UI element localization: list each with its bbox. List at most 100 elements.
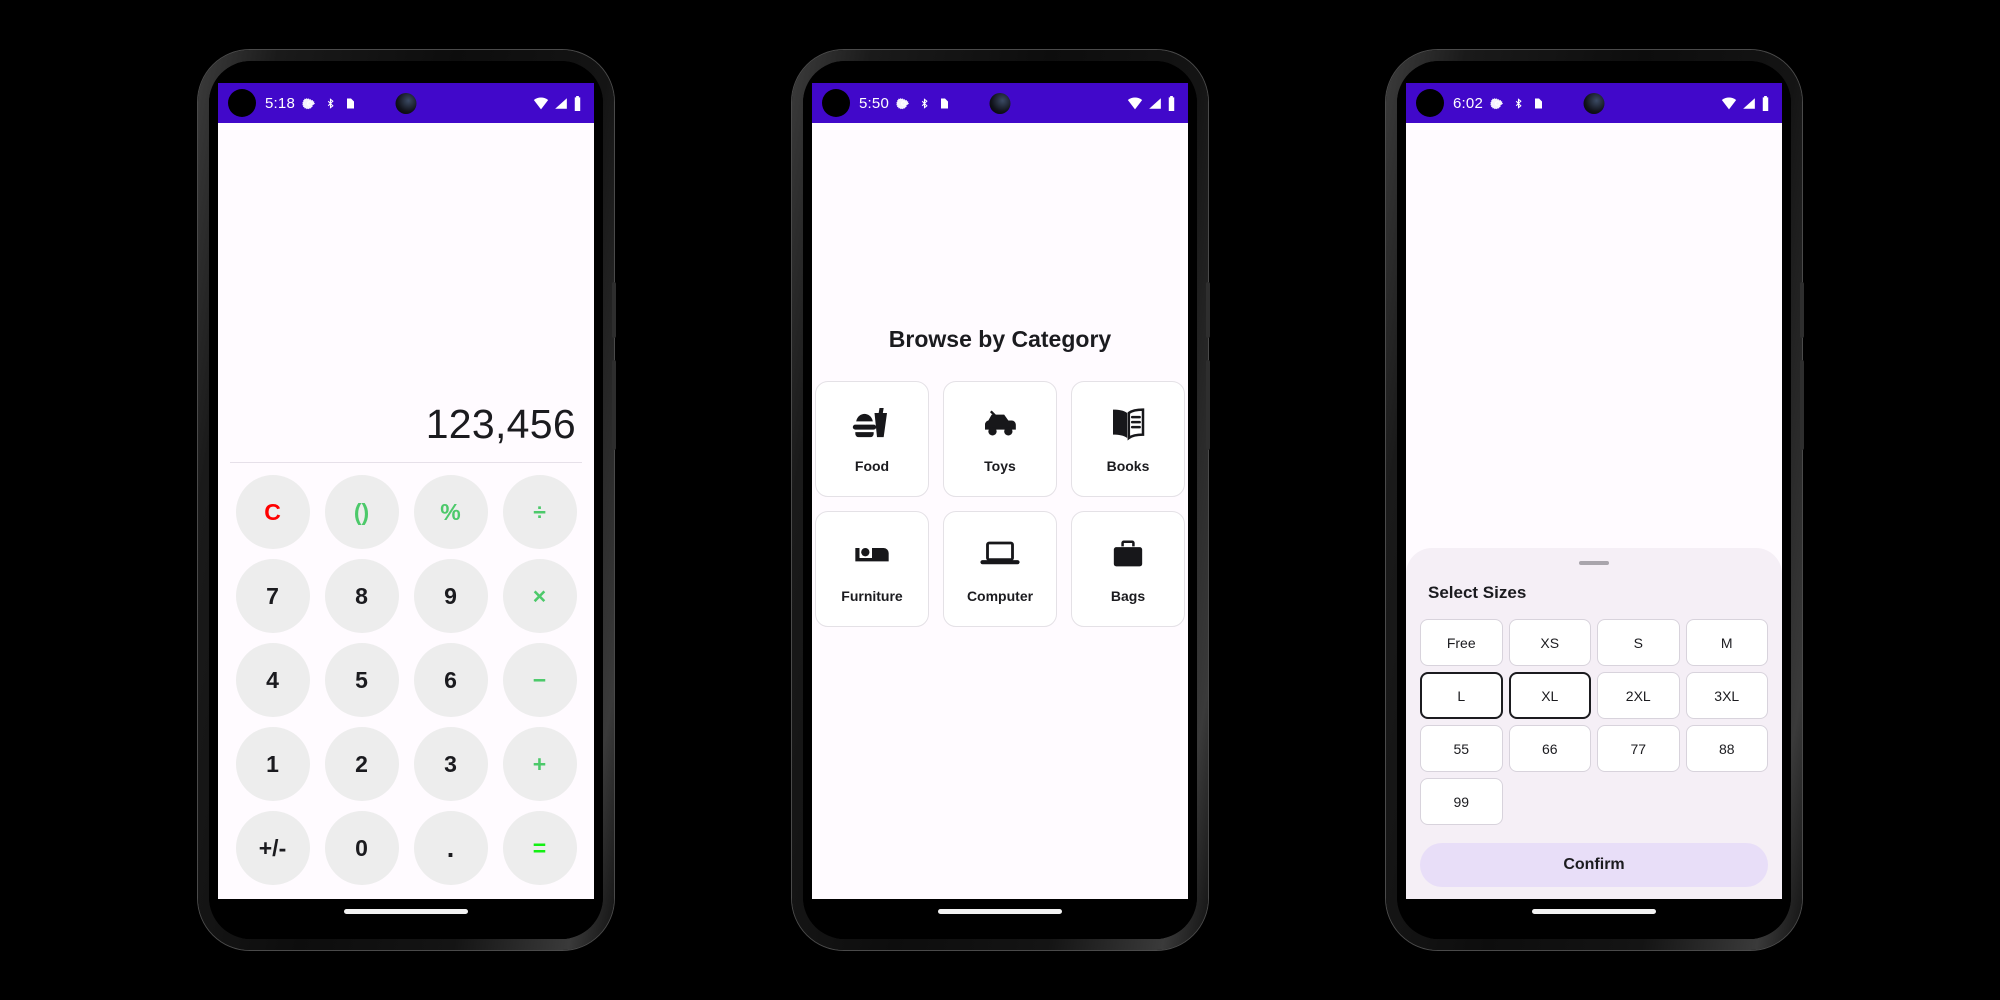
digit-7-key[interactable]: 7 — [235, 559, 310, 633]
volume-button[interactable] — [612, 360, 616, 450]
sign-toggle-key[interactable]: +/- — [235, 811, 310, 885]
size-chip-55[interactable]: 55 — [1420, 725, 1503, 772]
category-label: Toys — [984, 458, 1016, 474]
status-left-icons — [1490, 96, 1544, 111]
status-left-dot-icon — [822, 89, 850, 117]
status-bar-calculator: 5:18 — [218, 83, 594, 123]
camera-punch-hole — [1583, 92, 1605, 114]
volume-button[interactable] — [1206, 360, 1210, 450]
size-chip-66[interactable]: 66 — [1508, 725, 1591, 772]
phone-screen-bezel: 5:18 123,456 C () % ÷ 7 8 9 × 4 5 6 − 1 … — [209, 61, 603, 939]
clear-key[interactable]: C — [235, 475, 310, 549]
category-card-bags[interactable]: Bags — [1071, 510, 1185, 627]
category-card-toys[interactable]: Toys — [943, 380, 1057, 497]
parentheses-key[interactable]: () — [324, 475, 399, 549]
status-left-icons — [896, 96, 950, 111]
calculator-body: 123,456 C()% ÷ 7 8 9 × 4 5 6− 1 2 3 + +/- 0. = — [218, 123, 594, 899]
bluetooth-icon — [327, 97, 334, 109]
digit-8-key[interactable]: 8 — [324, 559, 399, 633]
volume-button[interactable] — [1800, 360, 1804, 450]
briefcase-icon — [1108, 533, 1148, 578]
toy-car-icon — [980, 403, 1020, 448]
battery-icon — [1168, 95, 1175, 111]
bluetooth-icon — [1515, 97, 1522, 109]
size-chip-s[interactable]: S — [1597, 619, 1680, 666]
sheet-handle-wrap[interactable] — [1420, 548, 1768, 583]
phone-device-calculator: 5:18 123,456 C () % ÷ 7 8 9 × 4 5 6 − 1 … — [198, 50, 616, 950]
size-chip-77[interactable]: 77 — [1597, 725, 1680, 772]
camera-punch-hole — [395, 92, 417, 114]
status-right-icons — [1721, 95, 1770, 111]
digit-4-key[interactable]: 4 — [235, 643, 310, 717]
digit-5-key[interactable]: 5 — [324, 643, 399, 717]
multiply-key[interactable]: × — [502, 559, 577, 633]
category-card-books[interactable]: Books — [1071, 380, 1185, 497]
size-bottom-sheet: Select Sizes Free XS S M L XL 2XL 3XL 55 66 77 88 99… — [1406, 548, 1782, 899]
category-screen: 5:50 Browse by Category Food Toys Books … — [812, 83, 1188, 899]
cell-signal-icon — [555, 97, 567, 109]
bluetooth-icon — [921, 97, 928, 109]
power-button[interactable] — [1206, 282, 1210, 338]
home-indicator[interactable] — [1532, 909, 1656, 914]
size-chip-88[interactable]: 88 — [1685, 725, 1768, 772]
category-body: Browse by Category Food Toys Books Furnitur… — [812, 123, 1188, 899]
page-title: Browse by Category — [888, 325, 1112, 352]
calculator-keypad: C()% ÷ 7 8 9 × 4 5 6− 1 2 3 + +/- 0. = — [218, 475, 594, 893]
status-bar-category: 5:50 — [812, 83, 1188, 123]
sheet-title: Select Sizes — [1428, 583, 1527, 602]
digit-3-key[interactable]: 3 — [413, 727, 488, 801]
category-card-furniture[interactable]: Furniture — [815, 510, 929, 627]
status-time: 6:02 — [1453, 94, 1483, 112]
digit-1-key[interactable]: 1 — [235, 727, 310, 801]
system-navigation-bar-2 — [812, 899, 1188, 939]
battery-icon — [1762, 95, 1769, 111]
calculator-divider — [230, 462, 582, 463]
sd-card-icon — [1535, 98, 1542, 108]
wifi-icon — [533, 97, 549, 109]
laptop-icon — [980, 533, 1020, 578]
status-time: 5:18 — [265, 94, 295, 112]
phone-screen-bezel: 6:02 Select Sizes Free XS S M L XL 2XL 3… — [1397, 61, 1791, 939]
decimal-point-key[interactable]: . — [413, 811, 488, 885]
phone-device-sizes: 6:02 Select Sizes Free XS S M L XL 2XL 3… — [1386, 50, 1804, 950]
size-chip-2xl[interactable]: 2XL — [1597, 672, 1680, 719]
digit-2-key[interactable]: 2 — [324, 727, 399, 801]
sheet-host: Select Sizes Free XS S M L XL 2XL 3XL 55 66 77 88 99… — [1406, 123, 1782, 899]
sd-card-icon — [347, 98, 354, 108]
percent-key[interactable]: % — [413, 475, 488, 549]
camera-punch-hole — [989, 92, 1011, 114]
calculator-display: 123,456 — [425, 401, 576, 447]
status-right-icons — [533, 95, 582, 111]
bed-icon — [852, 533, 892, 578]
home-indicator[interactable] — [938, 909, 1062, 914]
size-chip-99[interactable]: 99 — [1420, 778, 1503, 825]
equals-key[interactable]: = — [502, 811, 577, 885]
drag-handle[interactable] — [1579, 561, 1609, 565]
system-navigation-bar-3 — [1406, 899, 1782, 939]
size-chip-l[interactable]: L — [1420, 672, 1503, 719]
plus-key[interactable]: + — [502, 727, 577, 801]
size-chip-3xl[interactable]: 3XL — [1685, 672, 1768, 719]
cell-signal-icon — [1149, 97, 1161, 109]
size-chip-m[interactable]: M — [1685, 619, 1768, 666]
power-button[interactable] — [612, 282, 616, 338]
home-indicator[interactable] — [344, 909, 468, 914]
size-chip-xl[interactable]: XL — [1508, 672, 1591, 719]
divide-key[interactable]: ÷ — [502, 475, 577, 549]
open-book-icon — [1108, 403, 1148, 448]
phone-device-category: 5:50 Browse by Category Food Toys Books … — [792, 50, 1210, 950]
digit-0-key[interactable]: 0 — [324, 811, 399, 885]
minus-key[interactable]: − — [502, 643, 577, 717]
power-button[interactable] — [1800, 282, 1804, 338]
category-label: Bags — [1110, 588, 1146, 604]
digit-9-key[interactable]: 9 — [413, 559, 488, 633]
phone-mockup-stage: 5:18 123,456 C () % ÷ 7 8 9 × 4 5 6 − 1 … — [0, 0, 2000, 1000]
size-chip-free[interactable]: Free — [1420, 619, 1503, 666]
system-navigation-bar-1 — [218, 899, 594, 939]
confirm-button[interactable]: Confirm — [1420, 843, 1768, 887]
size-chip-xs[interactable]: XS — [1508, 619, 1591, 666]
category-card-food[interactable]: Food — [815, 380, 929, 497]
category-card-computer[interactable]: Computer — [943, 510, 1057, 627]
digit-6-key[interactable]: 6 — [413, 643, 488, 717]
category-label: Food — [854, 458, 890, 474]
